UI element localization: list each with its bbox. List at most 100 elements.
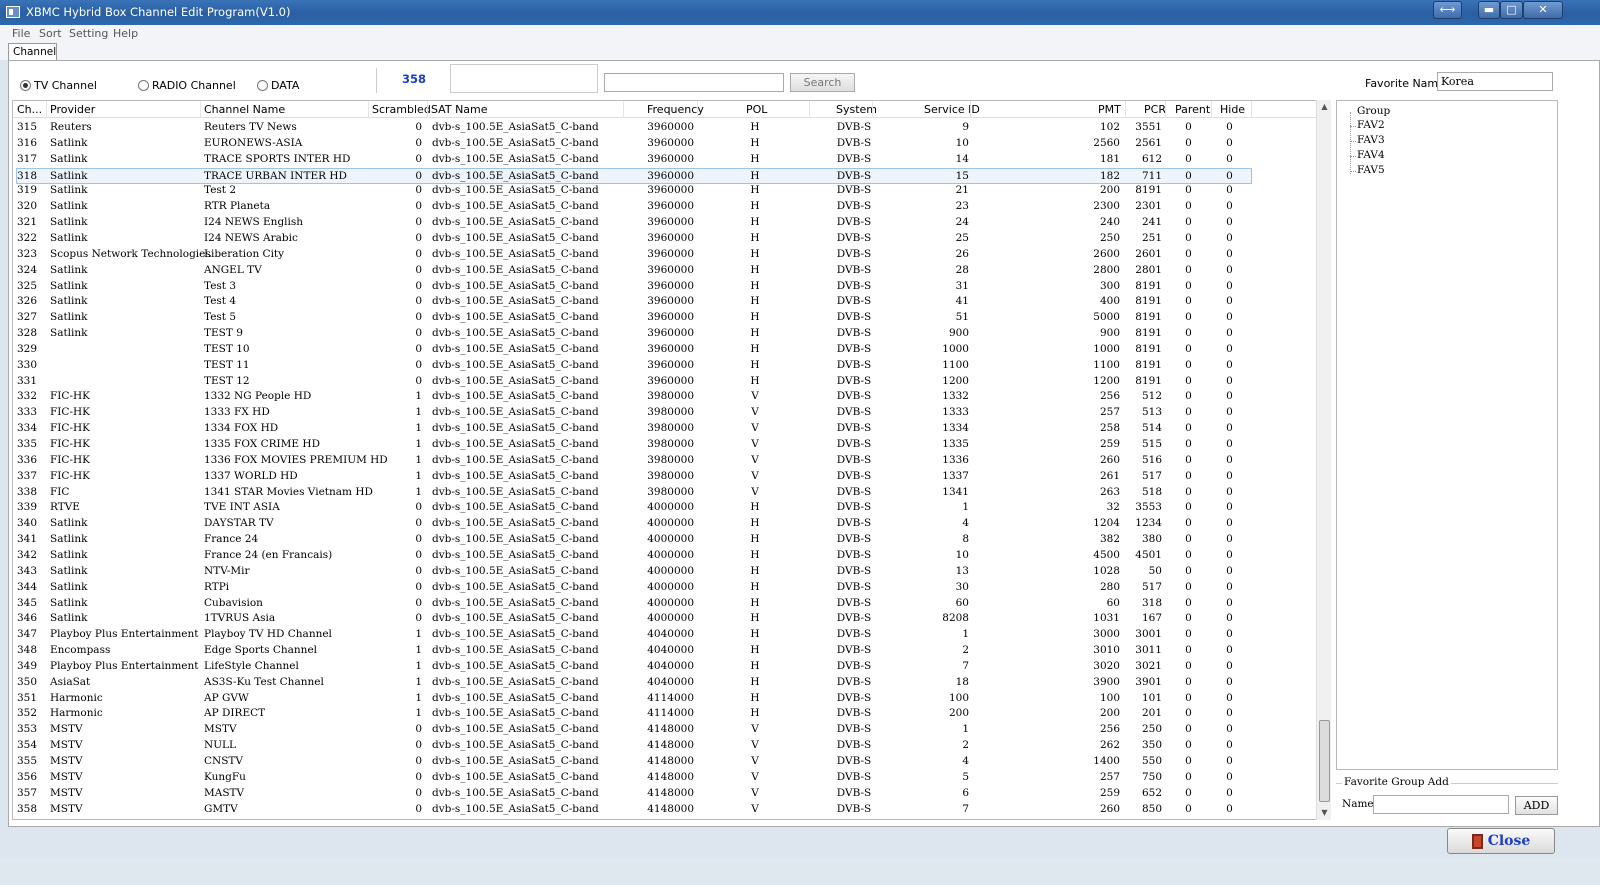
table-row[interactable]: 320 Satlink RTR Planeta 0 dvb-s_100.5E_AsiaS…: [13, 199, 1313, 215]
table-row[interactable]: 347 Playboy Plus Entertainment Playboy TV …: [13, 627, 1313, 643]
table-row[interactable]: 341 Satlink France 24 0 dvb-s_100.5E_AsiaSat…: [13, 532, 1313, 548]
table-row[interactable]: 354 MSTV NULL 0 dvb-s_100.5E_AsiaSat5_C-band…: [13, 738, 1313, 754]
table-row[interactable]: 351 Harmonic AP GVW 1 dvb-s_100.5E_AsiaSat5_…: [13, 691, 1313, 707]
table-row[interactable]: 317 Satlink TRACE SPORTS INTER HD 0 dvb-s_10…: [13, 152, 1313, 168]
menu-file[interactable]: File: [12, 27, 30, 40]
radio-radio-channel[interactable]: RADIO Channel: [138, 79, 236, 92]
table-row[interactable]: 333 FIC-HK 1333 FX HD 1 dvb-s_100.5E_AsiaSat…: [13, 405, 1313, 421]
table-row[interactable]: 323 Scopus Network Technologies Liberation…: [13, 247, 1313, 263]
table-row[interactable]: 330 TEST 11 0 dvb-s_100.5E_AsiaSat5_C-band 3…: [13, 358, 1313, 374]
table-row[interactable]: 352 Harmonic AP DIRECT 1 dvb-s_100.5E_AsiaSa…: [13, 706, 1313, 722]
tree-item-fav4[interactable]: FAV4: [1357, 149, 1385, 161]
table-row[interactable]: 329 TEST 10 0 dvb-s_100.5E_AsiaSat5_C-band 3…: [13, 342, 1313, 358]
cell-pmt: 32: [1106, 501, 1120, 514]
close-button[interactable]: Close: [1447, 828, 1555, 854]
table-scrollbar[interactable]: ▲ ▼: [1316, 100, 1331, 820]
col-header-ch[interactable]: Ch...: [17, 103, 42, 116]
cell-provider: FIC-HK: [50, 390, 91, 403]
menu-sort[interactable]: Sort: [39, 27, 62, 40]
col-header-provider[interactable]: Provider: [50, 103, 95, 116]
cell-system: DVB-S: [836, 247, 872, 260]
cell-hide: 0: [1226, 802, 1233, 815]
scroll-thumb[interactable]: [1319, 720, 1330, 802]
maximize-button[interactable]: □: [1500, 1, 1523, 19]
radio-data[interactable]: DATA: [257, 79, 299, 92]
col-header-scrambled[interactable]: Scrambled: [372, 103, 431, 116]
col-header-pol[interactable]: POL: [746, 103, 767, 116]
close-window-button[interactable]: ✕: [1523, 1, 1563, 19]
table-row[interactable]: 316 Satlink EURONEWS-ASIA 0 dvb-s_100.5E_Asi…: [13, 136, 1313, 152]
tab-channel[interactable]: Channel: [8, 43, 57, 61]
table-row[interactable]: 331 TEST 12 0 dvb-s_100.5E_AsiaSat5_C-band 3…: [13, 374, 1313, 390]
table-row[interactable]: 353 MSTV MSTV 0 dvb-s_100.5E_AsiaSat5_C-band…: [13, 722, 1313, 738]
tree-item-fav5[interactable]: FAV5: [1357, 164, 1385, 176]
cell-parent: 0: [1185, 390, 1192, 403]
table-row[interactable]: 339 RTVE TVE INT ASIA 0 dvb-s_100.5E_AsiaSat…: [13, 500, 1313, 516]
table-row[interactable]: 325 Satlink Test 3 0 dvb-s_100.5E_AsiaSat5_C…: [13, 279, 1313, 295]
table-row[interactable]: 326 Satlink Test 4 0 dvb-s_100.5E_AsiaSat5_C…: [13, 294, 1313, 310]
col-header-frequency[interactable]: Frequency: [647, 103, 704, 116]
tree-item-fav2[interactable]: FAV2: [1357, 119, 1385, 131]
minimize-button[interactable]: ▬: [1478, 1, 1500, 19]
tree-item-fav3[interactable]: FAV3: [1357, 134, 1385, 146]
table-row[interactable]: 318 Satlink TRACE URBAN INTER HD 0 dvb-s_100…: [16, 167, 1252, 184]
table-row[interactable]: 349 Playboy Plus Entertainment LifeStyle C…: [13, 659, 1313, 675]
scroll-up-arrow[interactable]: ▲: [1317, 100, 1332, 114]
table-row[interactable]: 336 FIC-HK 1336 FOX MOVIES PREMIUM HD 1 dvb-…: [13, 453, 1313, 469]
search-input[interactable]: [604, 73, 784, 92]
cell-sat-name: dvb-s_100.5E_AsiaSat5_C-band: [432, 612, 599, 625]
cell-scrambled: 0: [415, 311, 422, 324]
table-row[interactable]: 321 Satlink I24 NEWS English 0 dvb-s_100.5E_…: [13, 215, 1313, 231]
favorite-name-input[interactable]: Korea: [1437, 72, 1553, 91]
table-row[interactable]: 327 Satlink Test 5 0 dvb-s_100.5E_AsiaSat5_C…: [13, 310, 1313, 326]
radio-tv-channel[interactable]: TV Channel: [20, 79, 97, 92]
cell-hide: 0: [1226, 327, 1233, 340]
table-row[interactable]: 350 AsiaSat AS3S-Ku Test Channel 1 dvb-s_100…: [13, 675, 1313, 691]
menu-help[interactable]: Help: [113, 27, 138, 40]
table-row[interactable]: 346 Satlink 1TVRUS Asia 0 dvb-s_100.5E_AsiaS…: [13, 611, 1313, 627]
col-header-pmt[interactable]: PMT: [1098, 103, 1121, 116]
table-row[interactable]: 332 FIC-HK 1332 NG People HD 1 dvb-s_100.5E_…: [13, 389, 1313, 405]
table-row[interactable]: 348 Encompass Edge Sports Channel 1 dvb-s_10…: [13, 643, 1313, 659]
table-row[interactable]: 358 MSTV GMTV 0 dvb-s_100.5E_AsiaSat5_C-band…: [13, 802, 1313, 818]
table-row[interactable]: 342 Satlink France 24 (en Francais) 0 dvb-s_…: [13, 548, 1313, 564]
cell-ch: 322: [17, 231, 38, 244]
tree-root-group[interactable]: Group: [1357, 105, 1390, 117]
cell-service-id: 1332: [942, 390, 969, 403]
restore-size-button[interactable]: ⟷: [1433, 1, 1462, 19]
table-row[interactable]: 315 Reuters Reuters TV News 0 dvb-s_100.5E_A…: [13, 120, 1313, 136]
table-row[interactable]: 324 Satlink ANGEL TV 0 dvb-s_100.5E_AsiaSat5…: [13, 263, 1313, 279]
col-header-system[interactable]: System: [836, 103, 877, 116]
cell-provider: Scopus Network Technologies: [50, 247, 211, 260]
table-row[interactable]: 344 Satlink RTPi 0 dvb-s_100.5E_AsiaSat5_C-b…: [13, 580, 1313, 596]
table-row[interactable]: 335 FIC-HK 1335 FOX CRIME HD 1 dvb-s_100.5E_…: [13, 437, 1313, 453]
table-row[interactable]: 345 Satlink Cubavision 0 dvb-s_100.5E_AsiaSa…: [13, 596, 1313, 612]
menu-setting[interactable]: Setting: [69, 27, 108, 40]
table-row[interactable]: 340 Satlink DAYSTAR TV 0 dvb-s_100.5E_AsiaSa…: [13, 516, 1313, 532]
col-header-hide[interactable]: Hide: [1220, 103, 1245, 116]
group-name-input[interactable]: [1373, 795, 1509, 814]
search-button[interactable]: Search: [790, 73, 855, 92]
col-header-channel-name[interactable]: Channel Name: [204, 103, 285, 116]
add-group-button[interactable]: ADD: [1515, 796, 1558, 815]
table-row[interactable]: 356 MSTV KungFu 0 dvb-s_100.5E_AsiaSat5_C-ba…: [13, 770, 1313, 786]
cell-pmt: 260: [1099, 802, 1120, 815]
col-header-parent[interactable]: Parent: [1175, 103, 1210, 116]
table-row[interactable]: 334 FIC-HK 1334 FOX HD 1 dvb-s_100.5E_AsiaSa…: [13, 421, 1313, 437]
cell-pol: H: [750, 612, 760, 625]
col-header-service-id[interactable]: Service ID: [924, 103, 980, 116]
col-header-pcr[interactable]: PCR: [1144, 103, 1166, 116]
table-row[interactable]: 337 FIC-HK 1337 WORLD HD 1 dvb-s_100.5E_Asia…: [13, 469, 1313, 485]
cell-frequency: 4148000: [647, 739, 694, 752]
table-row[interactable]: 355 MSTV CNSTV 0 dvb-s_100.5E_AsiaSat5_C-ban…: [13, 754, 1313, 770]
table-row[interactable]: 328 Satlink TEST 9 0 dvb-s_100.5E_AsiaSat5_C…: [13, 326, 1313, 342]
cell-pmt: 2560: [1093, 136, 1120, 149]
table-row[interactable]: 343 Satlink NTV-Mir 0 dvb-s_100.5E_AsiaSat5_…: [13, 564, 1313, 580]
table-row[interactable]: 319 Satlink Test 2 0 dvb-s_100.5E_AsiaSat5_C…: [13, 183, 1313, 199]
table-row[interactable]: 338 FIC 1341 STAR Movies Vietnam HD 1 dvb-s_…: [13, 485, 1313, 501]
cell-frequency: 4000000: [647, 596, 694, 609]
scroll-down-arrow[interactable]: ▼: [1317, 806, 1332, 820]
col-header-sat-name[interactable]: SAT Name: [431, 103, 488, 116]
table-row[interactable]: 322 Satlink I24 NEWS Arabic 0 dvb-s_100.5E_A…: [13, 231, 1313, 247]
table-row[interactable]: 357 MSTV MASTV 0 dvb-s_100.5E_AsiaSat5_C-ban…: [13, 786, 1313, 802]
